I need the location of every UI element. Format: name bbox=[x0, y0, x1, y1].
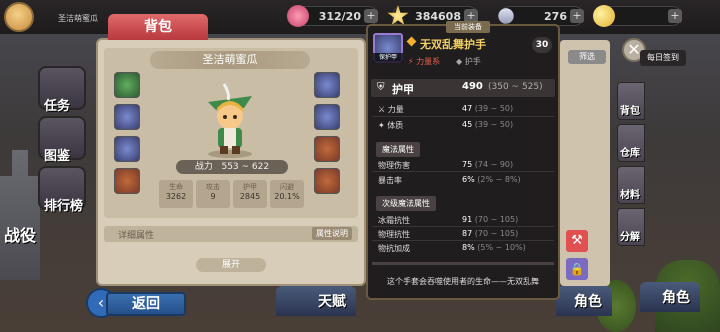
equip-slot-shield[interactable] bbox=[314, 104, 340, 130]
lock-icon: 🔒 bbox=[569, 262, 585, 276]
bag-title: 背包 bbox=[108, 14, 208, 40]
nav-quest[interactable]: 任务 bbox=[38, 66, 86, 114]
tooltip-header: 当前装备 bbox=[446, 21, 490, 33]
equip-slot-boots[interactable] bbox=[114, 168, 140, 194]
tab-talent[interactable]: 天赋 bbox=[276, 286, 356, 316]
stat-crit-value: 6% (2% ~ 8%) bbox=[462, 175, 521, 184]
resource-hearts: 312/20 + bbox=[287, 5, 378, 27]
player-avatar[interactable] bbox=[4, 2, 34, 32]
item-name: 无双乱舞护手 bbox=[420, 38, 486, 51]
stat-strength-label: ⚔ 力量 bbox=[378, 105, 404, 114]
equip-slot-weapon[interactable] bbox=[314, 72, 340, 98]
tooltip-separator bbox=[372, 262, 554, 265]
player-name: 圣洁萌蜜瓜 bbox=[58, 14, 98, 23]
stat-frostres-value: 91 (70 ~ 105) bbox=[462, 215, 519, 224]
power-bar: 战力 553 ~ 622 bbox=[176, 160, 288, 174]
secondary-attr-header: 次级魔法属性 bbox=[376, 196, 436, 211]
nav-campaign[interactable]: 战役 bbox=[4, 222, 36, 246]
equip-button[interactable]: ⚒ bbox=[566, 230, 588, 252]
add-diamonds-button[interactable]: + bbox=[570, 9, 584, 23]
equip-slot-amulet[interactable] bbox=[314, 168, 340, 194]
divider bbox=[372, 171, 554, 172]
nav-leaderboard[interactable]: 排行榜 bbox=[38, 166, 86, 214]
equip-slot-gloves[interactable] bbox=[114, 136, 140, 162]
item-category-strength: ⚡ 力量系 bbox=[408, 57, 441, 66]
heart-gem-icon bbox=[287, 5, 309, 27]
item-category-slot: ◆ 护手 bbox=[456, 57, 481, 66]
stat-constitution-label: ✦ 体质 bbox=[378, 121, 404, 130]
stat-physdmg-value: 75 (74 ~ 90) bbox=[462, 160, 514, 169]
stat-physdmg-label: 物理伤害 bbox=[378, 161, 410, 170]
stat-physres-label: 物理抗性 bbox=[378, 230, 410, 239]
resource-moon: + bbox=[593, 5, 682, 27]
tab-character[interactable]: 角色 bbox=[556, 286, 612, 316]
detail-attributes-bar[interactable]: 详细属性 属性说明 bbox=[104, 226, 358, 242]
stat-armor: 护甲 2845 bbox=[233, 180, 267, 208]
divider bbox=[372, 226, 554, 227]
moon-icon bbox=[593, 5, 615, 27]
tab-decompose[interactable]: 分解 bbox=[617, 208, 645, 246]
equip-slot-helmet[interactable] bbox=[114, 72, 140, 98]
item-flavor-text: 这个手套会吞噬使用者的生命——无双乱舞 bbox=[387, 277, 539, 286]
stat-frostres-label: 冰霜抗性 bbox=[378, 216, 410, 225]
stat-attack: 攻击 9 bbox=[196, 180, 230, 208]
item-type-badge: 保护甲 bbox=[373, 53, 403, 63]
shield-icon: ⛨ bbox=[377, 82, 385, 93]
main-stat-value: 490 bbox=[462, 81, 483, 92]
stat-strength-value: 47 (39 ~ 50) bbox=[462, 104, 514, 113]
equip-slot-armor[interactable] bbox=[114, 104, 140, 130]
resource-diamonds: 276 + bbox=[495, 5, 584, 27]
back-button[interactable]: 返回 bbox=[106, 292, 186, 316]
stat-physresbonus-value: 8% (5% ~ 10%) bbox=[462, 243, 526, 252]
tab-character-main[interactable]: 角色 bbox=[640, 282, 700, 312]
magic-attr-header: 魔法属性 bbox=[376, 142, 420, 157]
stat-physresbonus-label: 物抗加成 bbox=[378, 244, 410, 253]
item-level: 30 bbox=[532, 37, 552, 53]
filter-button[interactable]: 筛选 bbox=[568, 50, 606, 64]
equip-slot-ring[interactable] bbox=[314, 136, 340, 162]
nav-codex[interactable]: 图鉴 bbox=[38, 116, 86, 164]
tab-bag[interactable]: 背包 bbox=[617, 82, 645, 120]
stat-constitution-value: 45 (39 ~ 50) bbox=[462, 120, 514, 129]
hero-portrait bbox=[208, 83, 252, 158]
tab-materials[interactable]: 材料 bbox=[617, 166, 645, 204]
stat-physres-value: 87 (70 ~ 105) bbox=[462, 229, 519, 238]
stat-hp: 生命 3262 bbox=[159, 180, 193, 208]
main-stat-label: 护甲 bbox=[392, 83, 414, 96]
stat-dodge: 闪避 20.1% bbox=[270, 180, 304, 208]
attribute-info-button[interactable]: 属性说明 bbox=[312, 227, 352, 240]
lock-button[interactable]: 🔒 bbox=[566, 258, 588, 280]
add-hearts-button[interactable]: + bbox=[364, 9, 378, 23]
expand-button[interactable]: 展开 bbox=[196, 258, 266, 272]
divider bbox=[372, 116, 554, 117]
add-moon-button[interactable]: + bbox=[668, 9, 682, 23]
hero-name: 圣洁萌蜜瓜 bbox=[150, 51, 310, 69]
daily-checkin-button[interactable]: 每日签到 bbox=[640, 50, 686, 66]
tab-storage[interactable]: 仓库 bbox=[617, 124, 645, 162]
close-icon: ✕ bbox=[627, 40, 641, 59]
divider bbox=[372, 240, 554, 241]
stat-crit-label: 暴击率 bbox=[378, 176, 402, 185]
main-stat-range: (350 ~ 525) bbox=[488, 82, 543, 92]
equip-icon: ⚒ bbox=[571, 233, 583, 248]
